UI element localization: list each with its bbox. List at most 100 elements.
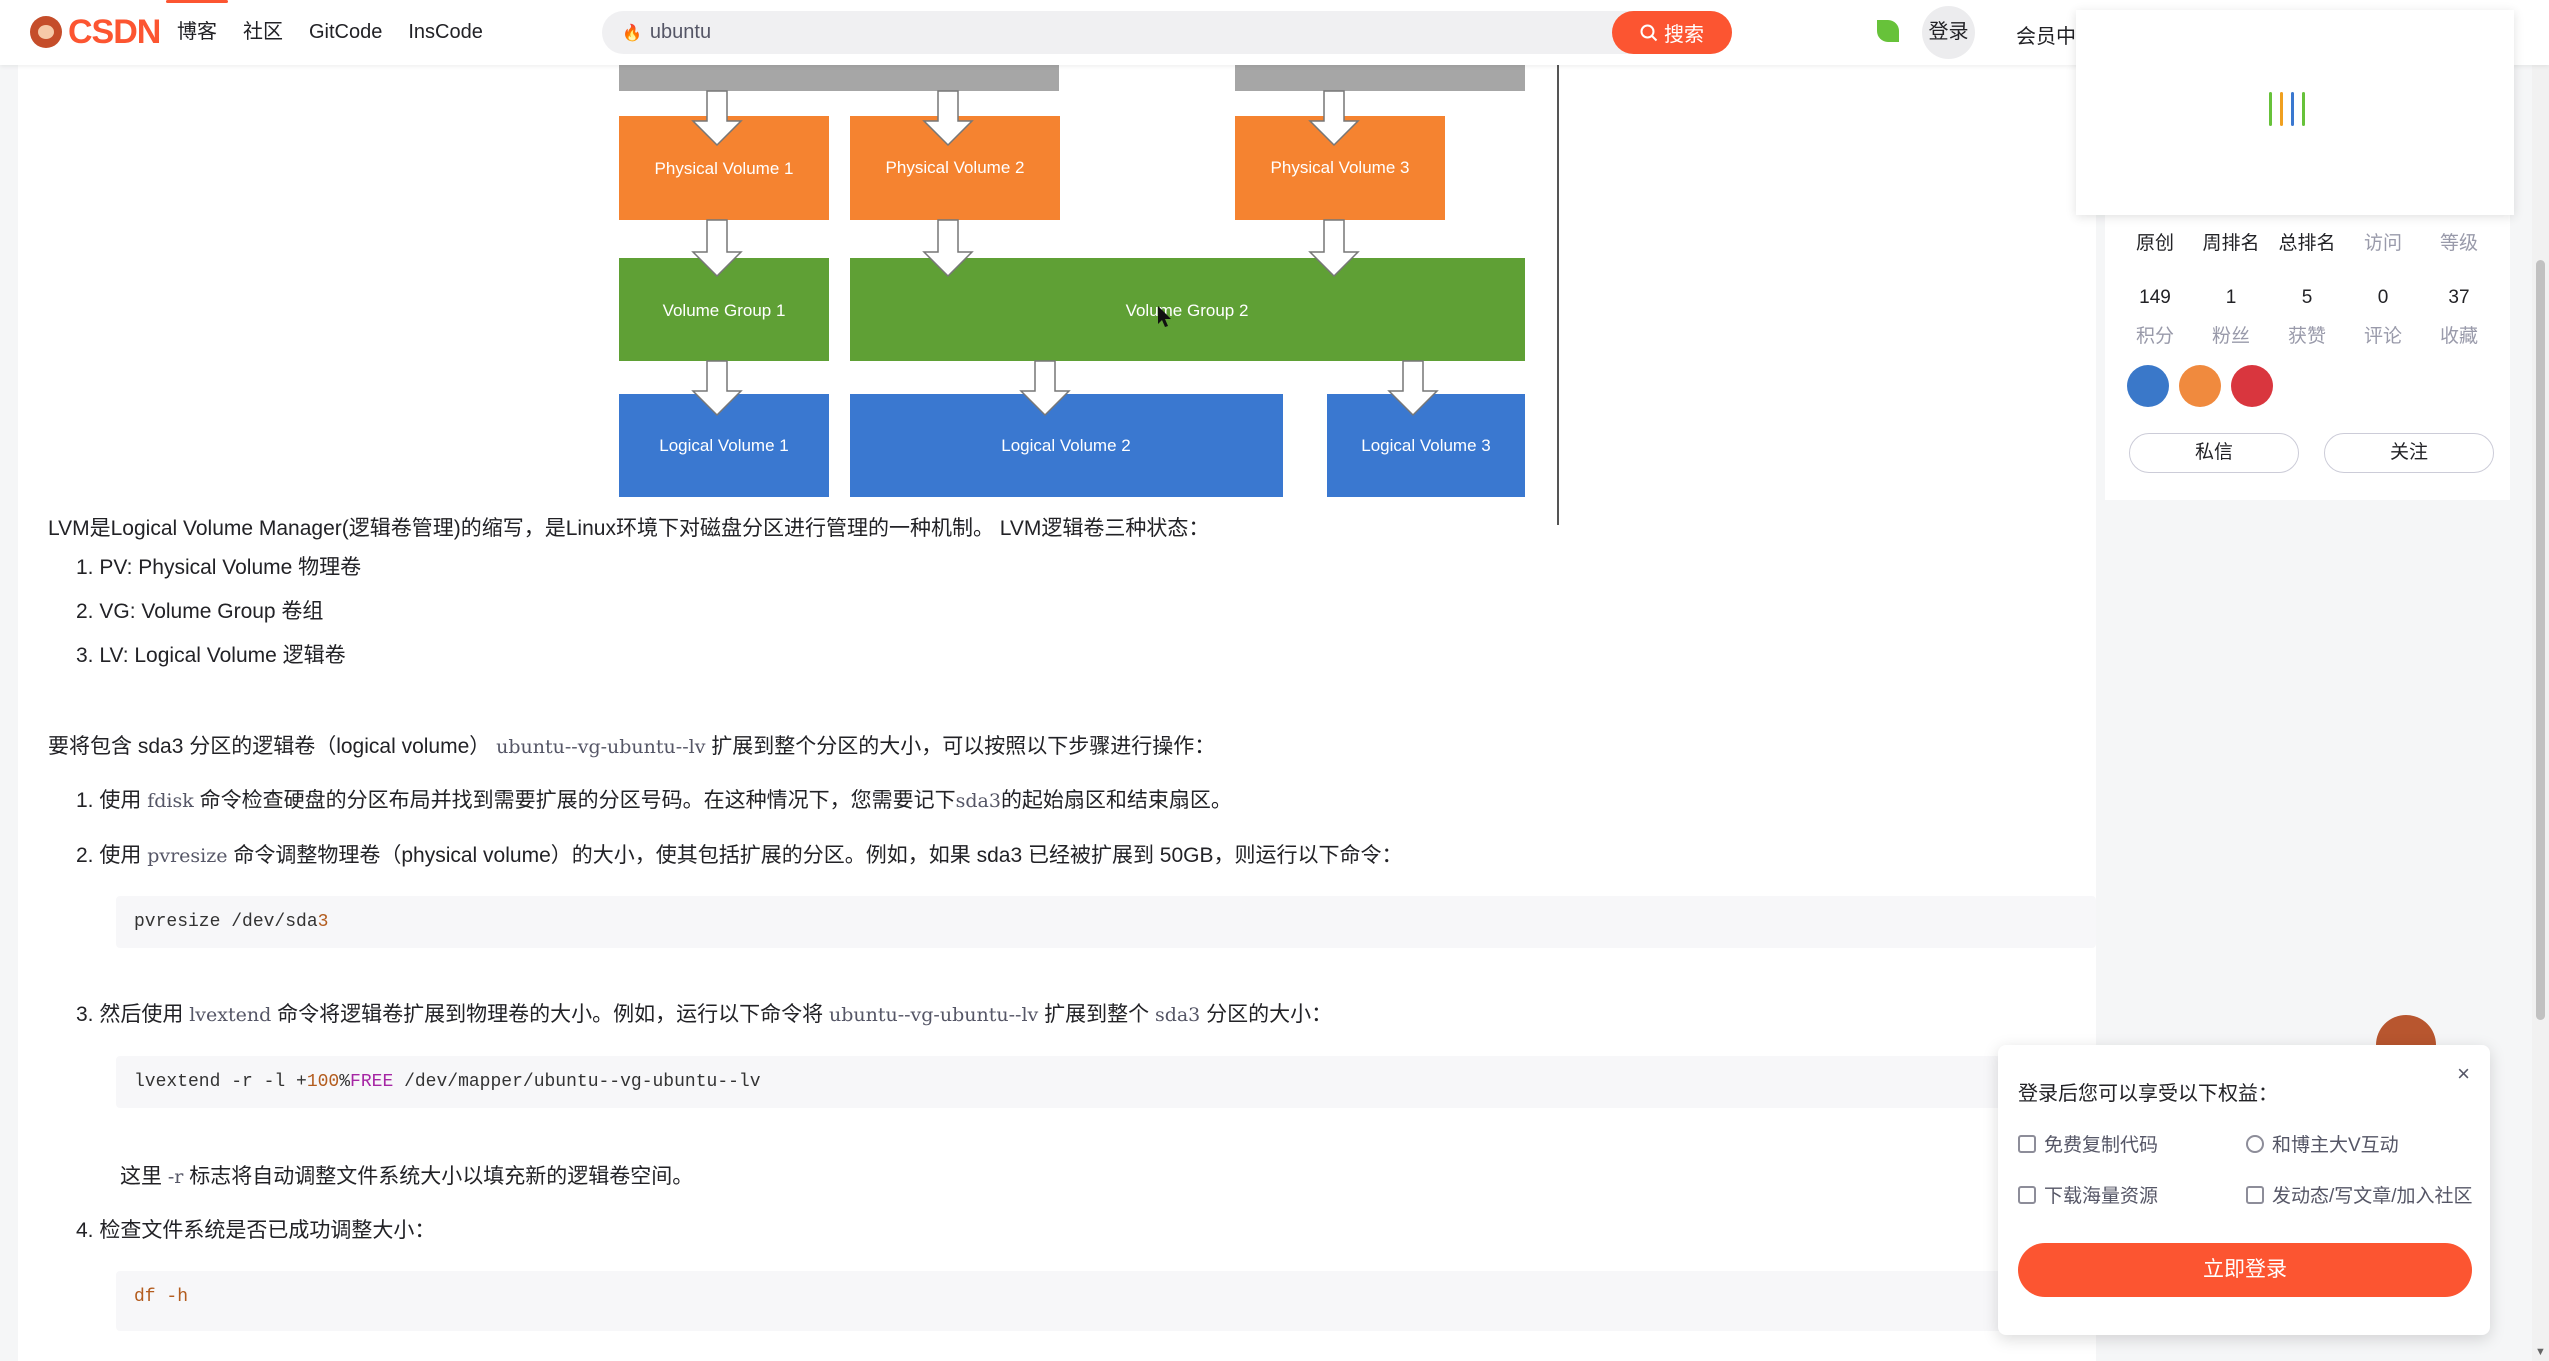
stat-favorites[interactable]: 37 收藏	[2421, 287, 2497, 348]
step1-code2: sda3	[955, 790, 1001, 812]
stat-label: 积分	[2135, 326, 2174, 347]
scroll-down-icon[interactable]: ▼	[2535, 1346, 2546, 1358]
note-prefix: 这里	[120, 1165, 162, 1188]
vg-label-2: Volume Group 2	[1126, 301, 1249, 320]
stat-label: 评论	[2363, 326, 2402, 347]
red-badge-icon[interactable]	[2231, 365, 2273, 407]
article-content: Physical Volume 1 Physical Volume 2 Phys…	[18, 65, 2096, 1361]
pv-label-2: Physical Volume 2	[886, 158, 1025, 177]
disk-bar-1	[619, 65, 1059, 91]
stat-visits[interactable]: 访问	[2345, 228, 2421, 255]
code-block-df[interactable]: df -h	[116, 1271, 2096, 1331]
nav-gitcode[interactable]: GitCode	[296, 0, 395, 65]
code-icon	[2018, 1134, 2036, 1153]
note-paragraph: 这里 -r 标志将自动调整文件系统大小以填充新的逻辑卷空间。	[120, 1162, 693, 1192]
follow-button[interactable]: 关注	[2324, 433, 2494, 473]
step-4: 4. 检查文件系统是否已成功调整大小：	[76, 1219, 436, 1242]
benefit-write: 发动态/写文章/加入社区	[2246, 1181, 2473, 1208]
step3-mid2: 扩展到整个	[1044, 1003, 1150, 1026]
main-nav: 博客 社区 GitCode InsCode	[164, 0, 496, 65]
code3-text: df -h	[134, 1287, 189, 1307]
logo-text: CSDN	[68, 12, 161, 51]
step3-suffix: 分区的大小：	[1206, 1003, 1333, 1026]
code2-text: lvextend -r -l +	[134, 1072, 307, 1092]
task-paragraph: 要将包含 sda3 分区的逻辑卷（logical volume） ubuntu-…	[48, 732, 1215, 762]
benefit-download: 下载海量资源	[2018, 1181, 2158, 1208]
stat-original[interactable]: 原创	[2117, 228, 2193, 255]
loading-panel	[2076, 10, 2514, 215]
badge-list	[2127, 365, 2273, 407]
message-button[interactable]: 私信	[2129, 433, 2299, 473]
nav-community[interactable]: 社区	[230, 0, 296, 65]
benefit-label: 下载海量资源	[2044, 1186, 2159, 1207]
step-2: 2. 使用 pvresize 命令调整物理卷（physical volume）的…	[76, 841, 1403, 871]
rank-stats-row: 原创 周排名 总排名 访问 等级	[2117, 228, 2497, 255]
step3-prefix: 3. 然后使用	[76, 1003, 184, 1026]
pencil-icon	[2246, 1185, 2264, 1204]
lv-label-1: Logical Volume 1	[659, 436, 788, 455]
intro-paragraph: LVM是Logical Volume Manager(逻辑卷管理)的缩写，是Li…	[48, 517, 1210, 540]
step-3: 3. 然后使用 lvextend 命令将逻辑卷扩展到物理卷的大小。例如，运行以下…	[76, 1000, 1332, 1030]
orange-badge-icon[interactable]	[2179, 365, 2221, 407]
lvm-diagram: Physical Volume 1 Physical Volume 2 Phys…	[595, 65, 1560, 525]
step1-mid: 命令检查硬盘的分区布局并找到需要扩展的分区号码。在这种情况下，您需要记下	[199, 789, 956, 812]
step2-code: pvresize	[147, 845, 228, 867]
login-benefits-popup: 登录后您可以享受以下权益： × 免费复制代码 和博主大V互动 下载海量资源 发动…	[1998, 1045, 2490, 1335]
close-icon[interactable]: ×	[2457, 1061, 2470, 1087]
csdn-logo[interactable]: CSDN	[30, 12, 161, 51]
shield-icon	[2246, 1134, 2264, 1153]
code-block-lvextend[interactable]: lvextend -r -l +100%FREE /dev/mapper/ubu…	[116, 1056, 2046, 1108]
stat-value: 1	[2225, 287, 2237, 308]
mascot-icon	[30, 16, 62, 48]
code-block-pvresize[interactable]: pvresize /dev/sda3	[116, 896, 2096, 948]
step1-prefix: 1. 使用	[76, 789, 142, 812]
lv-label-2: Logical Volume 2	[1001, 436, 1130, 455]
stat-likes[interactable]: 5 获赞	[2269, 287, 2345, 348]
note-suffix: 标志将自动调整文件系统大小以填充新的逻辑卷空间。	[189, 1165, 694, 1188]
pv-label-1: Physical Volume 1	[655, 159, 794, 178]
benefit-label: 发动态/写文章/加入社区	[2272, 1186, 2473, 1207]
fire-icon: 🔥	[622, 24, 642, 42]
step2-suffix: 命令调整物理卷（physical volume）的大小，使其包括扩展的分区。例如…	[233, 844, 1403, 867]
step3-code3: sda3	[1154, 1004, 1201, 1026]
step3-mid: 命令将逻辑卷扩展到物理卷的大小。例如，运行以下命令将	[277, 1003, 824, 1026]
step3-code2: ubuntu--vg-ubuntu--lv	[828, 1004, 1039, 1026]
lv-label-3: Logical Volume 3	[1361, 436, 1490, 455]
stat-fans[interactable]: 1 粉丝	[2193, 287, 2269, 348]
search-bar: 🔥 搜索	[602, 11, 1732, 54]
stat-total-rank[interactable]: 总排名	[2269, 228, 2345, 255]
task-suffix: 扩展到整个分区的大小，可以按照以下步骤进行操作：	[711, 735, 1216, 758]
stat-comments[interactable]: 0 评论	[2345, 287, 2421, 348]
state-item-lv: 3. LV: Logical Volume 逻辑卷	[76, 644, 346, 667]
search-button-label: 搜索	[1664, 24, 1704, 46]
benefit-copy-code: 免费复制代码	[2018, 1130, 2158, 1157]
code1-text: pvresize /dev/sda	[134, 912, 318, 932]
stat-week-rank[interactable]: 周排名	[2193, 228, 2269, 255]
code2-path: /dev/mapper/ubuntu--vg-ubuntu--lv	[393, 1072, 761, 1092]
search-input[interactable]	[649, 21, 1550, 44]
stat-label: 获赞	[2287, 326, 2326, 347]
stat-points[interactable]: 149 积分	[2117, 287, 2193, 348]
blue-badge-icon[interactable]	[2127, 365, 2169, 407]
search-button[interactable]: 搜索	[1612, 11, 1732, 54]
disk-bar-2	[1235, 65, 1525, 91]
stat-level[interactable]: 等级	[2421, 228, 2497, 255]
state-item-pv: 1. PV: Physical Volume 物理卷	[76, 556, 362, 579]
benefit-interact: 和博主大V互动	[2246, 1130, 2399, 1157]
loading-spinner-icon	[2269, 92, 2305, 126]
benefit-label: 和博主大V互动	[2272, 1135, 2399, 1156]
code2-keyword: FREE	[350, 1072, 394, 1092]
search-icon	[1640, 24, 1658, 41]
nav-inscode[interactable]: InsCode	[395, 0, 496, 65]
count-stats-row: 149 积分 1 粉丝 5 获赞 0 评论 37 收藏	[2117, 287, 2497, 348]
login-link[interactable]: 登录	[1922, 6, 1975, 59]
nav-blog[interactable]: 博客	[164, 0, 230, 65]
pv-label-3: Physical Volume 3	[1271, 158, 1410, 177]
step3-code: lvextend	[189, 1004, 272, 1026]
code2-number: 100	[306, 1072, 340, 1092]
state-item-vg: 2. VG: Volume Group 卷组	[76, 600, 324, 623]
leaf-icon[interactable]	[1877, 20, 1899, 42]
login-now-button[interactable]: 立即登录	[2018, 1243, 2472, 1297]
scrollbar-thumb[interactable]	[2536, 260, 2545, 1020]
step1-code: fdisk	[147, 790, 194, 812]
